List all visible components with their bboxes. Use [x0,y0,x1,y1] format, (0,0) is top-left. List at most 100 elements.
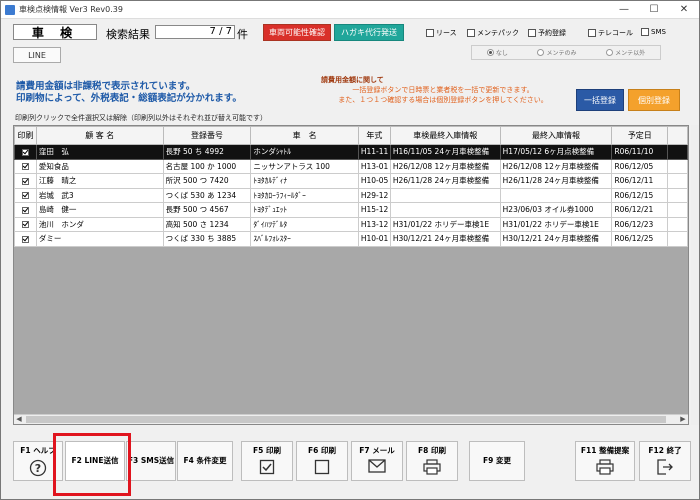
col-extra [667,126,688,145]
cell-customer: 窪田 弘 [35,144,164,160]
cell-customer: 愛知食品 [35,158,164,174]
radio-non-maintenance[interactable]: メンテ以外 [606,48,645,57]
f5-print-button[interactable]: F5 印刷 [241,441,293,481]
line-button[interactable]: LINE [13,47,61,63]
print-checkbox[interactable] [14,216,37,232]
telecall-checkbox[interactable]: テレコール [588,28,633,38]
cell-extra [667,187,688,203]
cell-customer: 江藤 晴之 [35,173,164,189]
f11-maintenance-proposal-button[interactable]: F11 整備提案 [575,441,635,481]
col-shaken-last[interactable]: 車検最終入庫情報 [389,126,501,145]
tax-notice: 請費用金額は非課税で表示されています。 印刷物によって、外税表記・総額表記が分か… [16,81,242,104]
col-year[interactable]: 年式 [357,126,391,145]
app-icon [5,4,15,15]
cell-year: H11-11 [357,144,391,160]
printer-icon [423,459,441,475]
f7-mail-button[interactable]: F7 メール [351,441,403,481]
print-checkbox[interactable] [14,144,37,160]
print-column-hint: 印刷列クリックで全件選択又は解除（印刷列以外はそれぞれ並び替え可能です） [15,114,267,122]
f4-condition-change-button[interactable]: F4 条件変更 [177,441,233,481]
function-key-bar: F1 ヘルプ ? F2 LINE送信 F3 SMS送信 F4 条件変更 F5 印… [9,441,699,491]
scroll-left-icon[interactable]: ◀ [14,415,24,424]
maximize-button[interactable]: ☐ [639,1,669,18]
cell-year: H29-12 [357,187,391,203]
print-checkbox[interactable] [14,231,37,247]
cell-last-entry: H26/12/08 12ヶ月車検整備 [499,158,613,174]
col-car-name[interactable]: 車 名 [250,126,359,145]
table-row[interactable]: 島崎 健一 長野 500 つ 4567 ﾄﾖﾀﾃﾞｭｴｯﾄ H15-12 H23… [14,202,688,218]
f8-print-button[interactable]: F8 印刷 [406,441,458,481]
col-customer[interactable]: 顧 客 名 [35,126,164,145]
vehicle-table: 印刷 顧 客 名 登録番号 車 名 年式 車検最終入庫情報 最終入庫情報 予定日… [14,126,688,247]
minimize-button[interactable]: — [609,1,639,18]
scroll-thumb[interactable] [26,416,666,423]
f3-sms-send-button[interactable]: F3 SMS送信 [126,441,176,481]
cell-shaken-last [389,202,501,218]
f2-line-send-button[interactable]: F2 LINE送信 [65,441,125,481]
vertical-scrollbar[interactable] [691,125,699,425]
cell-car-name: ﾄﾖﾀﾃﾞｭｴｯﾄ [250,202,359,218]
cell-scheduled-date: R06/12/23 [611,216,669,232]
cell-last-entry [499,187,613,203]
cell-customer: 池川 ホンダ [35,216,164,232]
reservation-checkbox[interactable]: 予約登録 [528,28,566,38]
scroll-right-icon[interactable]: ▶ [678,415,688,424]
cell-scheduled-date: R06/11/10 [611,144,669,160]
print-checkbox[interactable] [14,173,37,189]
postcard-send-button[interactable]: ハガキ代行発送 [334,24,404,41]
vehicle-check-button[interactable]: 車両可能性確認 [263,24,331,41]
cell-extra [667,173,688,189]
print-checkbox[interactable] [14,202,37,218]
cell-car-name: ﾄﾖﾀｶﾙﾃﾞｨﾅ [250,173,359,189]
sms-checkbox[interactable]: SMS [641,28,666,36]
radio-maintenance-only[interactable]: メンテのみ [537,48,576,57]
individual-register-button[interactable]: 個別登録 [628,89,680,111]
print-checkbox[interactable] [14,187,37,203]
cell-extra [667,202,688,218]
cell-shaken-last: H26/12/08 12ヶ月車検整備 [389,158,501,174]
col-print[interactable]: 印刷 [14,126,37,145]
cell-customer: ダミー [35,231,164,247]
exit-icon [657,459,673,475]
cell-last-entry: H17/05/12 6ヶ月点検整備 [499,144,613,160]
print-checkbox[interactable] [14,158,37,174]
table-row[interactable]: 窪田 弘 長野 50 ち 4992 ホンダｼｬﾄﾙ H11-11 H16/11/… [14,144,688,160]
close-button[interactable]: ✕ [669,1,699,18]
cell-registration: つくば 330 ち 3885 [162,231,252,247]
table-row[interactable]: ダミー つくば 330 ち 3885 ｽﾊﾞﾙﾌｫﾚｽﾀｰ H10-01 H30… [14,231,688,247]
cell-extra [667,231,688,247]
cell-year: H15-12 [357,202,391,218]
window-controls: — ☐ ✕ [609,1,699,18]
cell-scheduled-date: R06/12/05 [611,158,669,174]
cell-shaken-last: H31/01/22 ホリデー車検1E [389,216,501,232]
maintenance-radio-group: なし メンテのみ メンテ以外 [471,45,661,60]
maintenance-pack-checkbox[interactable]: メンテパック [467,28,519,38]
cell-last-entry: H23/06/03 オイル券1000 [499,202,613,218]
horizontal-scrollbar[interactable]: ◀ ▶ [14,414,688,424]
col-scheduled-date[interactable]: 予定日 [611,126,669,145]
bulk-register-button[interactable]: 一括登録 [576,89,624,111]
cell-scheduled-date: R06/12/21 [611,202,669,218]
col-last-entry[interactable]: 最終入庫情報 [499,126,613,145]
f9-change-button[interactable]: F9 変更 [469,441,525,481]
cell-customer: 岩城 武3 [35,187,164,203]
f1-help-button[interactable]: F1 ヘルプ ? [13,441,63,481]
radio-none[interactable]: なし [486,48,508,57]
f12-exit-button[interactable]: F12 終了 [639,441,691,481]
cell-registration: 名古屋 100 か 1000 [162,158,252,174]
table-row[interactable]: 岩城 武3 つくば 530 あ 1234 ﾄﾖﾀｶﾛｰﾗﾌｨｰﾙﾀﾞｰ H29-… [14,187,688,203]
cell-last-entry: H30/12/21 24ヶ月車検整備 [499,231,613,247]
lease-checkbox[interactable]: リース [426,28,457,38]
cell-last-entry: H31/01/22 ホリデー車検1E [499,216,613,232]
cell-scheduled-date: R06/12/11 [611,173,669,189]
f6-print-button[interactable]: F6 印刷 [296,441,348,481]
col-registration[interactable]: 登録番号 [162,126,252,145]
cell-car-name: ﾄﾖﾀｶﾛｰﾗﾌｨｰﾙﾀﾞｰ [250,187,359,203]
table-row[interactable]: 江藤 晴之 所沢 500 つ 7420 ﾄﾖﾀｶﾙﾃﾞｨﾅ H10-05 H26… [14,173,688,189]
cell-registration: 長野 50 ち 4992 [162,144,252,160]
cell-shaken-last: H30/12/21 24ヶ月車検整備 [389,231,501,247]
mode-label: 車 検 [13,24,97,40]
table-row[interactable]: 愛知食品 名古屋 100 か 1000 ニッサンアトラス 100 H13-01 … [14,158,688,174]
table-row[interactable]: 池川 ホンダ 高知 500 さ 1234 ﾀﾞｲﾊﾂﾃﾞﾙﾀ H13-12 H3… [14,216,688,232]
fee-notice: 請費用金額に関して 一括登録ボタンで日時票と業者税を一括で更新できます。 また、… [321,76,548,104]
